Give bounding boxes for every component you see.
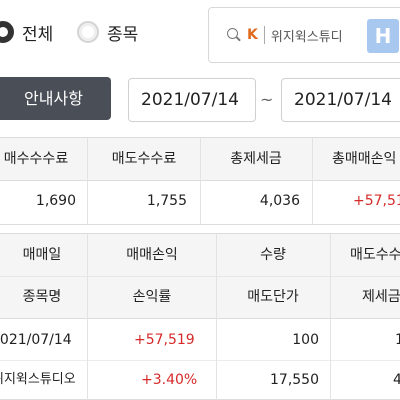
- divider: [0, 360, 400, 361]
- row-trade-pl: +57,519: [134, 332, 195, 348]
- header-sell-price: 매도단가: [247, 289, 299, 305]
- radio-stock-label: 종목: [107, 24, 139, 45]
- header-quantity: 수량: [260, 247, 286, 263]
- radio-selected-icon[interactable]: [0, 21, 14, 43]
- search-icon: [227, 28, 241, 42]
- divider: [263, 26, 265, 44]
- summary-sell-fee: 1,755: [146, 193, 187, 209]
- date-from-field[interactable]: 2021/07/14: [128, 78, 256, 122]
- summary-header-total-tax: 총제세금: [230, 151, 282, 167]
- market-logo-icon: K: [247, 27, 258, 43]
- divider: [0, 276, 400, 277]
- row-stock-name[interactable]: 위지윅스튜디오: [0, 370, 87, 390]
- divider: [0, 318, 400, 319]
- radio-unselected-icon[interactable]: [77, 21, 99, 43]
- divider: [0, 233, 400, 234]
- header-tax: 제세금: [362, 289, 400, 305]
- header-stock-name: 종목명: [22, 289, 62, 305]
- summary-header-sell-fee: 매도수수료: [111, 151, 177, 167]
- radio-stock[interactable]: 종목: [77, 16, 138, 48]
- header-trade-date: 매매일: [22, 247, 62, 263]
- row-sell-price: 17,550: [270, 372, 319, 388]
- summary-header-buy-fee: 매수수수료: [3, 151, 69, 167]
- row-trade-date: 2021/07/14: [0, 332, 72, 348]
- row-sell-fee: 1: [395, 332, 400, 348]
- divider: [312, 138, 313, 224]
- divider: [0, 224, 400, 225]
- date-range-separator: ~: [260, 90, 274, 109]
- header-trade-pl: 매매손익: [126, 247, 178, 263]
- radio-all-label: 전체: [22, 24, 54, 45]
- row-quantity: 100: [292, 332, 319, 348]
- radio-all[interactable]: 전체: [0, 16, 53, 48]
- summary-total-tax: 4,036: [259, 193, 300, 209]
- stock-search-box[interactable]: K 위지윅스튜디 H: [208, 7, 400, 63]
- summary-total-pl: +57,519: [353, 193, 400, 209]
- history-button[interactable]: H: [367, 19, 399, 53]
- notice-button[interactable]: 안내사항: [0, 77, 111, 120]
- date-to-field[interactable]: 2021/07/14: [281, 78, 400, 122]
- summary-buy-fee: 1,690: [35, 193, 76, 209]
- header-pl-rate: 손익률: [132, 289, 172, 305]
- summary-header-total-pl: 총매매손익: [332, 151, 397, 167]
- divider: [330, 234, 331, 400]
- row-tax: 4: [393, 372, 400, 388]
- search-stock-name[interactable]: 위지윅스튜디: [271, 26, 359, 45]
- header-sell-fee: 매도수수료: [350, 247, 400, 263]
- row-pl-rate: +3.40%: [141, 372, 198, 388]
